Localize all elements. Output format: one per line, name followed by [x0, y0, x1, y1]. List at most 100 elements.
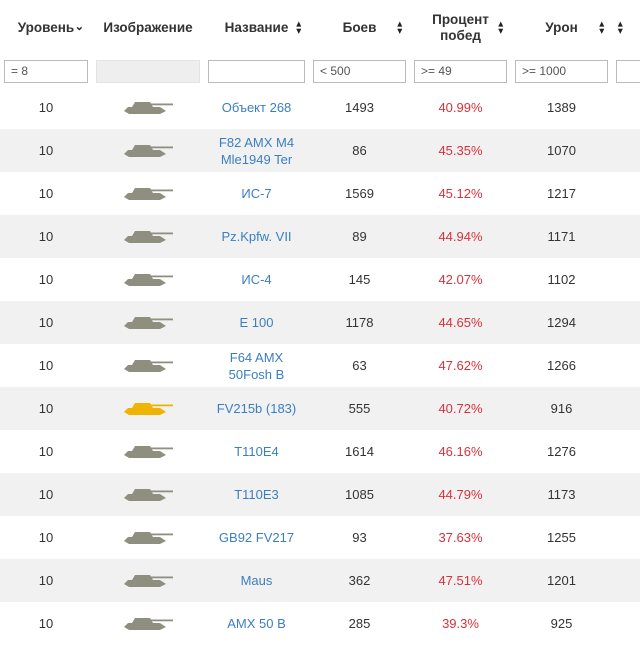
name-filter-input[interactable] — [208, 59, 305, 83]
table-row: 10 T110E4 1614 46.16% 1276 — [0, 430, 640, 473]
cell-image — [92, 258, 204, 301]
cell-damage: 1294 — [511, 301, 612, 344]
tank-name-link[interactable]: F82 AMX M4 Mle1949 Ter — [210, 134, 303, 168]
filter-cell-image — [92, 56, 204, 86]
column-header-level[interactable]: Уровень ⌄ — [0, 0, 92, 56]
tank-name-link[interactable]: Объект 268 — [222, 99, 292, 116]
cell-extra — [612, 129, 640, 172]
cell-image — [92, 473, 204, 516]
cell-extra — [612, 344, 640, 387]
cell-extra — [612, 559, 640, 602]
cell-extra — [612, 473, 640, 516]
tank-name-link[interactable]: ИС-4 — [241, 271, 271, 288]
cell-damage: 1102 — [511, 258, 612, 301]
column-header-battles[interactable]: Боев ▴ ▾ — [309, 0, 410, 56]
cell-name: Maus — [204, 559, 309, 602]
tank-icon — [120, 483, 176, 506]
cell-level: 10 — [0, 172, 92, 215]
damage-filter-input[interactable] — [515, 59, 608, 83]
extra-filter-input[interactable] — [616, 59, 640, 83]
column-header-extra[interactable]: ▴ ▾ — [612, 0, 640, 56]
cell-damage: 1173 — [511, 473, 612, 516]
tank-name-link[interactable]: T110E4 — [234, 443, 279, 460]
cell-extra — [612, 258, 640, 301]
cell-winrate: 44.65% — [410, 301, 511, 344]
sort-both-icon[interactable]: ▴ ▾ — [618, 19, 623, 35]
cell-image — [92, 387, 204, 430]
sort-both-icon[interactable]: ▴ ▾ — [397, 19, 402, 35]
table-row: 10 Pz.Kpfw. VII 89 44.94% 1171 — [0, 215, 640, 258]
cell-extra — [612, 516, 640, 559]
sort-both-icon[interactable]: ▴ ▾ — [296, 19, 301, 35]
filter-cell-extra — [612, 56, 640, 86]
tank-icon — [120, 526, 176, 549]
tank-name-link[interactable]: T110E3 — [234, 486, 279, 503]
cell-damage: 1217 — [511, 172, 612, 215]
tank-icon — [120, 397, 176, 420]
tank-name-link[interactable]: Maus — [241, 572, 273, 589]
cell-level: 10 — [0, 516, 92, 559]
column-header-label: Уровень — [17, 20, 75, 35]
column-header-label: Урон — [545, 20, 578, 35]
table-row: 10 E 100 1178 44.65% 1294 — [0, 301, 640, 344]
tank-name-link[interactable]: GB92 FV217 — [219, 529, 294, 546]
tank-icon — [120, 182, 176, 205]
winrate-filter-input[interactable] — [414, 59, 507, 83]
table-row: 10 Maus 362 47.51% 1201 — [0, 559, 640, 602]
level-filter-input[interactable] — [4, 59, 88, 83]
column-header-label: Процент побед — [432, 12, 489, 43]
cell-name: FV215b (183) — [204, 387, 309, 430]
cell-level: 10 — [0, 430, 92, 473]
table-row: 10 F82 AMX M4 Mle1949 Ter 86 45.35% 1070 — [0, 129, 640, 172]
cell-image — [92, 301, 204, 344]
cell-level: 10 — [0, 602, 92, 645]
sort-both-icon[interactable]: ▴ ▾ — [498, 19, 503, 35]
table-row: 10 Объект 268 1493 40.99% 1389 — [0, 86, 640, 129]
battles-filter-input[interactable] — [313, 59, 406, 83]
tank-name-link[interactable]: FV215b (183) — [217, 400, 297, 417]
tank-name-link[interactable]: F64 AMX 50Fosh B — [210, 349, 303, 383]
cell-image — [92, 344, 204, 387]
column-header-damage[interactable]: Урон ▴ ▾ — [511, 0, 612, 56]
tank-icon — [120, 96, 176, 119]
tank-name-link[interactable]: E 100 — [240, 314, 274, 331]
cell-battles: 1178 — [309, 301, 410, 344]
cell-image — [92, 86, 204, 129]
cell-winrate: 45.12% — [410, 172, 511, 215]
cell-battles: 555 — [309, 387, 410, 430]
column-header-winrate[interactable]: Процент побед ▴ ▾ — [410, 0, 511, 56]
cell-battles: 1493 — [309, 86, 410, 129]
cell-battles: 362 — [309, 559, 410, 602]
tank-name-link[interactable]: ИС-7 — [241, 185, 271, 202]
cell-winrate: 45.35% — [410, 129, 511, 172]
cell-damage: 1201 — [511, 559, 612, 602]
column-header-label: Название — [224, 20, 289, 35]
filter-row — [0, 56, 640, 86]
tank-icon — [120, 311, 176, 334]
tank-icon — [120, 612, 176, 635]
cell-extra — [612, 301, 640, 344]
table-body: 10 Объект 268 1493 40.99% 1389 10 F82 AM… — [0, 86, 640, 645]
cell-level: 10 — [0, 86, 92, 129]
sort-desc-icon[interactable]: ⌄ — [75, 22, 84, 33]
tank-icon — [120, 268, 176, 291]
cell-damage: 1255 — [511, 516, 612, 559]
column-header-image: Изображение — [92, 0, 204, 56]
cell-battles: 86 — [309, 129, 410, 172]
tank-name-link[interactable]: Pz.Kpfw. VII — [221, 228, 291, 245]
cell-battles: 285 — [309, 602, 410, 645]
sort-both-icon[interactable]: ▴ ▾ — [599, 19, 604, 35]
filter-cell-level — [0, 56, 92, 86]
cell-battles: 1085 — [309, 473, 410, 516]
cell-damage: 1389 — [511, 86, 612, 129]
tank-name-link[interactable]: AMX 50 B — [227, 615, 286, 632]
column-header-name[interactable]: Название ▴ ▾ — [204, 0, 309, 56]
cell-name: F82 AMX M4 Mle1949 Ter — [204, 129, 309, 172]
cell-extra — [612, 86, 640, 129]
cell-name: E 100 — [204, 301, 309, 344]
cell-damage: 925 — [511, 602, 612, 645]
cell-name: AMX 50 B — [204, 602, 309, 645]
table-row: 10 T110E3 1085 44.79% 1173 — [0, 473, 640, 516]
cell-damage: 1171 — [511, 215, 612, 258]
table-row: 10 ИС-4 145 42.07% 1102 — [0, 258, 640, 301]
